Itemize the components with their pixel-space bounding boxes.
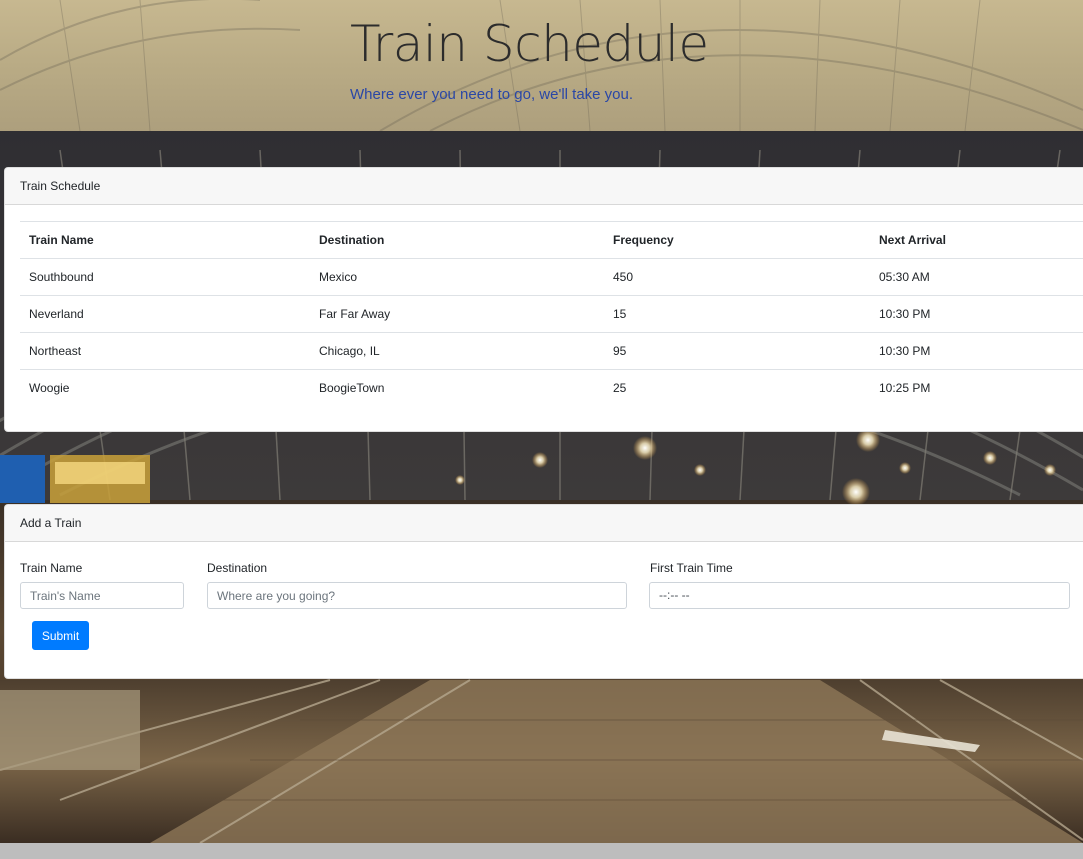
schedule-card: Train Schedule Train Name Destination Fr… (4, 167, 1083, 432)
cell-next-arrival: 10:25 PM (870, 369, 1083, 406)
add-train-card-header: Add a Train (5, 505, 1083, 542)
destination-label: Destination (207, 561, 268, 575)
cell-train-name: Southbound (20, 258, 310, 296)
cell-next-arrival: 10:30 PM (870, 332, 1083, 370)
column-header-destination: Destination (310, 221, 604, 259)
schedule-table: Train Name Destination Frequency Next Ar… (20, 221, 1083, 406)
destination-input[interactable] (207, 582, 627, 609)
cell-train-name: Woogie (20, 369, 310, 406)
cell-destination: BoogieTown (310, 369, 604, 406)
cell-next-arrival: 10:30 PM (870, 295, 1083, 333)
table-row: Woogie BoogieTown 25 10:25 PM (20, 369, 1083, 406)
page-bottom-strip (0, 843, 1083, 859)
train-name-input[interactable] (20, 582, 184, 609)
cell-destination: Mexico (310, 258, 604, 296)
table-row: Northeast Chicago, IL 95 10:30 PM (20, 332, 1083, 370)
page-title: Train Schedule (350, 15, 709, 73)
submit-button[interactable]: Submit (32, 621, 89, 650)
add-train-card: Add a Train Train Name Destination First… (4, 504, 1083, 679)
table-row: Neverland Far Far Away 15 10:30 PM (20, 295, 1083, 333)
table-row: Southbound Mexico 450 05:30 AM (20, 258, 1083, 296)
column-header-train-name: Train Name (20, 221, 310, 259)
cell-destination: Far Far Away (310, 295, 604, 333)
schedule-card-header: Train Schedule (5, 168, 1083, 205)
cell-destination: Chicago, IL (310, 332, 604, 370)
cell-train-name: Northeast (20, 332, 310, 370)
header-jumbotron: Train Schedule Where ever you need to go… (0, 0, 1083, 131)
cell-frequency: 95 (604, 332, 870, 370)
table-header-row: Train Name Destination Frequency Next Ar… (20, 221, 1083, 259)
train-name-label: Train Name (20, 561, 83, 575)
column-header-next-arrival: Next Arrival (870, 221, 1083, 259)
cell-train-name: Neverland (20, 295, 310, 333)
cell-frequency: 450 (604, 258, 870, 296)
page-tagline: Where ever you need to go, we'll take yo… (350, 86, 634, 103)
cell-next-arrival: 05:30 AM (870, 258, 1083, 296)
first-train-time-label: First Train Time (650, 561, 733, 575)
cell-frequency: 15 (604, 295, 870, 333)
first-train-time-input[interactable]: --:-- -- (649, 582, 1070, 609)
column-header-frequency: Frequency (604, 221, 870, 259)
cell-frequency: 25 (604, 369, 870, 406)
